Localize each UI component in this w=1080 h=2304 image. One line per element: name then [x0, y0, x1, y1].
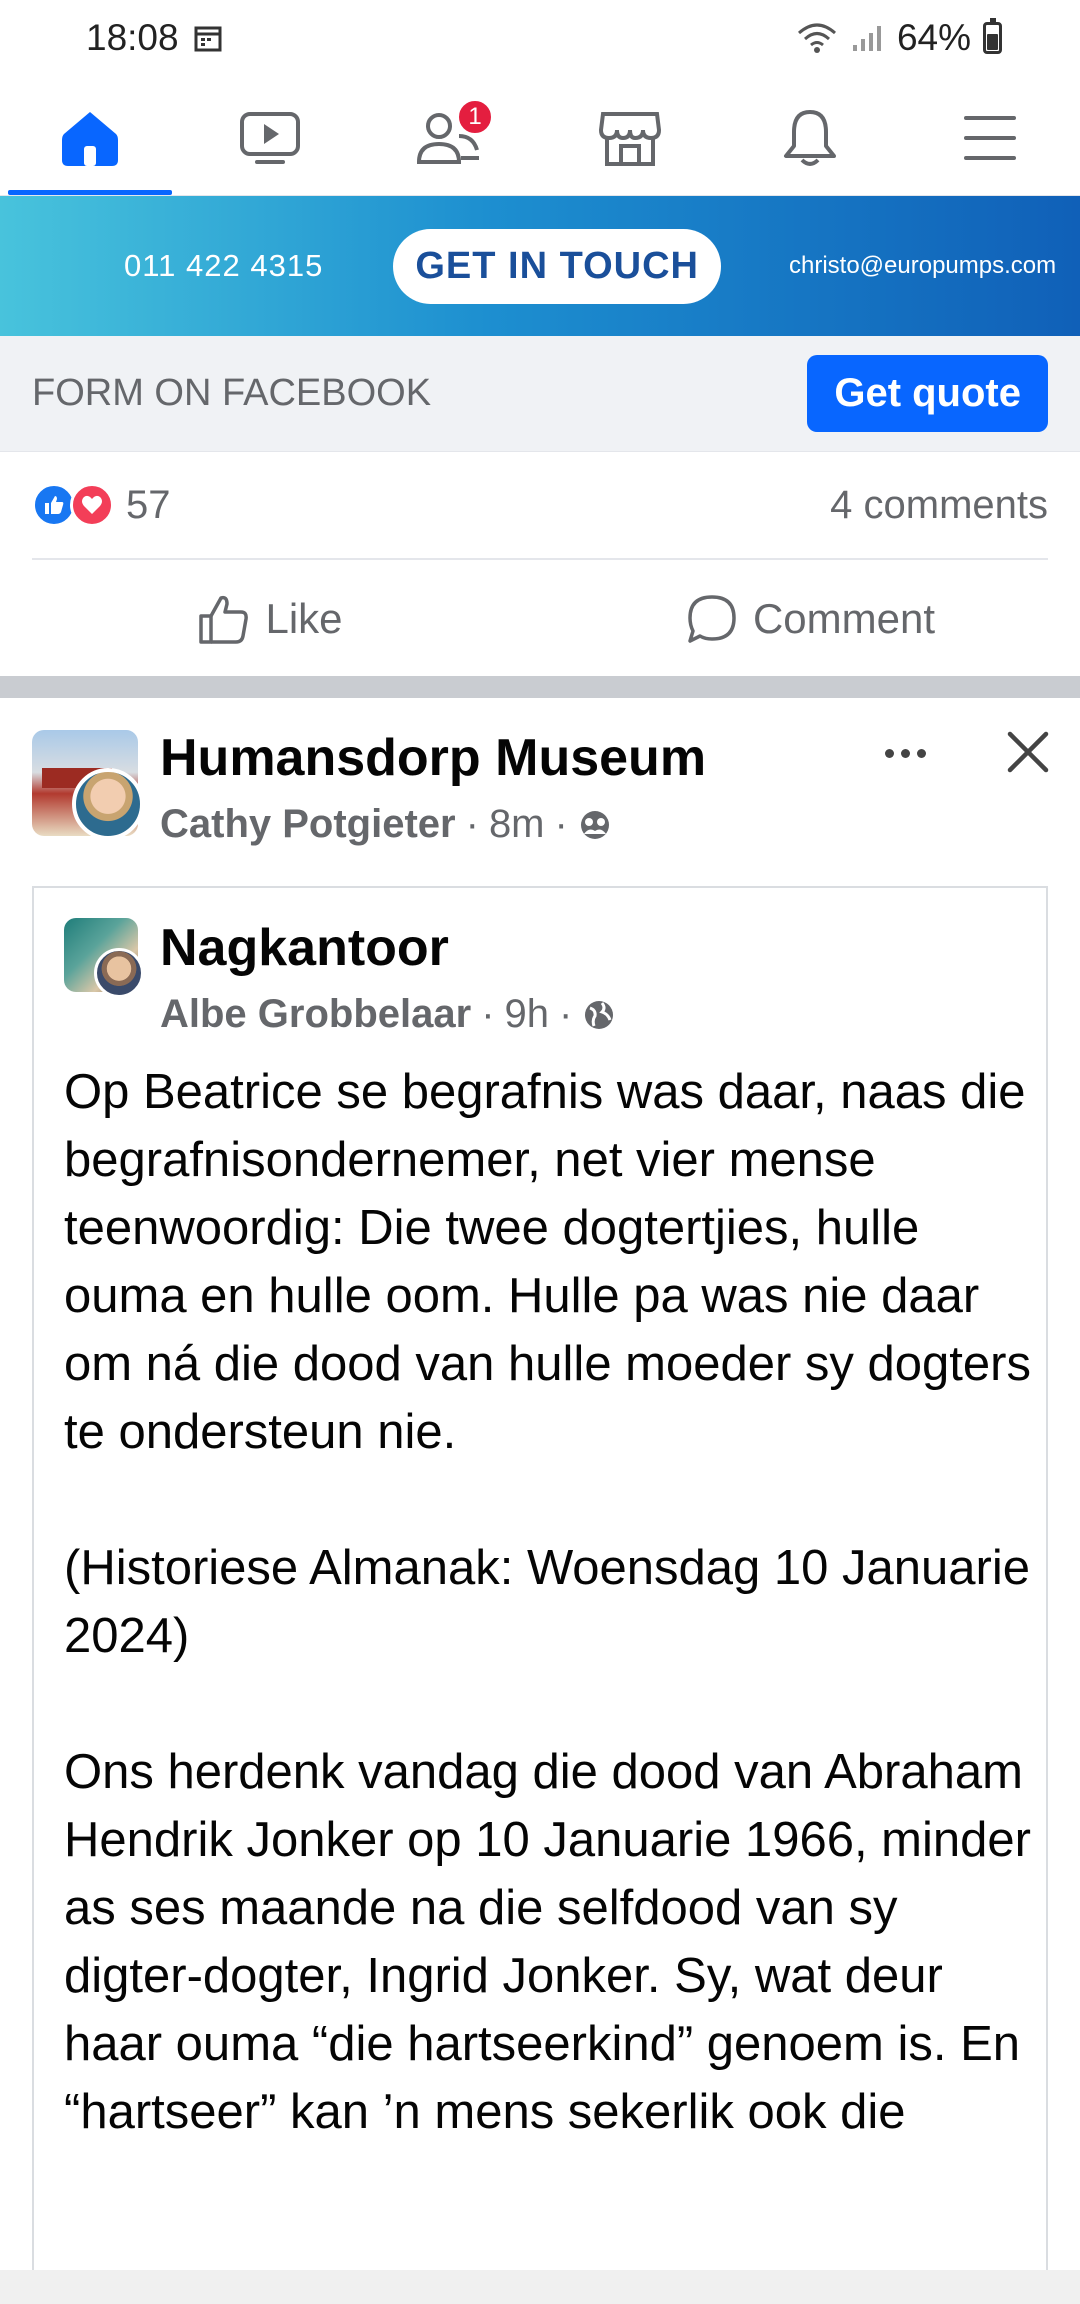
cta-row: FORM ON FACEBOOK Get quote [0, 336, 1080, 452]
reaction-summary[interactable]: 57 [32, 483, 171, 528]
love-reaction-icon [70, 483, 114, 527]
status-bar: 18:08 64% [0, 0, 1080, 76]
reactions-row: 57 4 comments [32, 452, 1048, 560]
bell-icon [784, 110, 836, 166]
like-label: Like [265, 595, 343, 642]
comment-icon [688, 595, 736, 643]
group-privacy-icon [580, 810, 609, 839]
feed-divider [0, 676, 1080, 698]
reaction-count: 57 [126, 482, 171, 527]
status-time: 18:08 [86, 17, 179, 58]
meta-separator: · [481, 992, 495, 1036]
post-paragraph: Op Beatrice se begrafnis was daar, naas … [64, 1065, 1031, 1459]
tab-home[interactable] [0, 90, 180, 195]
battery-icon [983, 18, 1002, 54]
home-icon [62, 112, 118, 166]
menu-icon [964, 116, 1016, 160]
tab-friends[interactable]: 1 [360, 90, 540, 195]
post-paragraph: (Historiese Almanak: Woensdag 10 Januari… [64, 1541, 1031, 1663]
shared-page-name[interactable]: Nagkantoor [160, 918, 449, 978]
wifi-icon [797, 23, 836, 53]
tab-video[interactable] [180, 90, 360, 195]
friends-badge: 1 [456, 98, 494, 136]
calendar-icon [194, 26, 222, 52]
like-button[interactable]: Like [0, 562, 540, 676]
group-name[interactable]: Humansdorp Museum [160, 728, 706, 788]
ad-email: christo@europumps.com [788, 252, 1057, 279]
cta-label: FORM ON FACEBOOK [32, 372, 432, 414]
ad-get-in-touch: GET IN TOUCH [393, 228, 721, 304]
video-icon [240, 112, 300, 164]
top-nav: 1 [0, 90, 1080, 196]
bottom-edge [0, 2270, 1080, 2304]
shared-post[interactable]: Nagkantoor Albe Grobbelaar · 9h · Op Bea… [32, 886, 1048, 2304]
post-paragraph: Ons herdenk vandag die dood van Abraham … [64, 1745, 1031, 2139]
post-time[interactable]: 8m [489, 802, 545, 847]
get-quote-button[interactable]: Get quote [807, 355, 1048, 432]
comment-button[interactable]: Comment [540, 562, 1080, 676]
shared-author[interactable]: Albe Grobbelaar [160, 992, 471, 1037]
post-meta: Cathy Potgieter · 8m · [160, 802, 612, 847]
close-icon[interactable] [998, 722, 1058, 782]
actions-row: Like Comment [0, 562, 1080, 676]
more-options-icon[interactable] [870, 728, 940, 778]
thumbs-up-icon [199, 595, 249, 644]
battery-percent: 64% [896, 17, 971, 58]
post-author[interactable]: Cathy Potgieter [160, 802, 456, 847]
ad-phone: 011 422 4315 [124, 248, 324, 283]
globe-icon [585, 1000, 614, 1029]
shared-author-avatar [94, 948, 144, 998]
post-header: Humansdorp Museum Cathy Potgieter · 8m · [0, 698, 1080, 878]
group-avatar[interactable] [32, 730, 144, 840]
post-body: Op Beatrice se begrafnis was daar, naas … [64, 1058, 1034, 2214]
ad-banner[interactable]: 011 422 4315 GET IN TOUCH christo@europu… [0, 196, 1080, 336]
comment-label: Comment [752, 595, 936, 642]
signal-icon [852, 26, 881, 51]
shared-time[interactable]: 9h [505, 992, 550, 1037]
author-avatar[interactable] [72, 768, 144, 840]
tab-notifications[interactable] [720, 90, 900, 195]
shared-page-avatar[interactable] [64, 918, 144, 998]
status-right: 64% [795, 17, 1002, 59]
shared-meta: Albe Grobbelaar · 9h · [160, 992, 616, 1037]
meta-separator: · [465, 802, 479, 846]
marketplace-icon [598, 112, 662, 166]
tab-marketplace[interactable] [540, 90, 720, 195]
meta-separator: · [559, 992, 573, 1036]
status-left: 18:08 [86, 17, 223, 59]
tab-menu[interactable] [900, 90, 1080, 195]
comment-count[interactable]: 4 comments [830, 483, 1048, 528]
meta-separator: · [554, 802, 568, 846]
